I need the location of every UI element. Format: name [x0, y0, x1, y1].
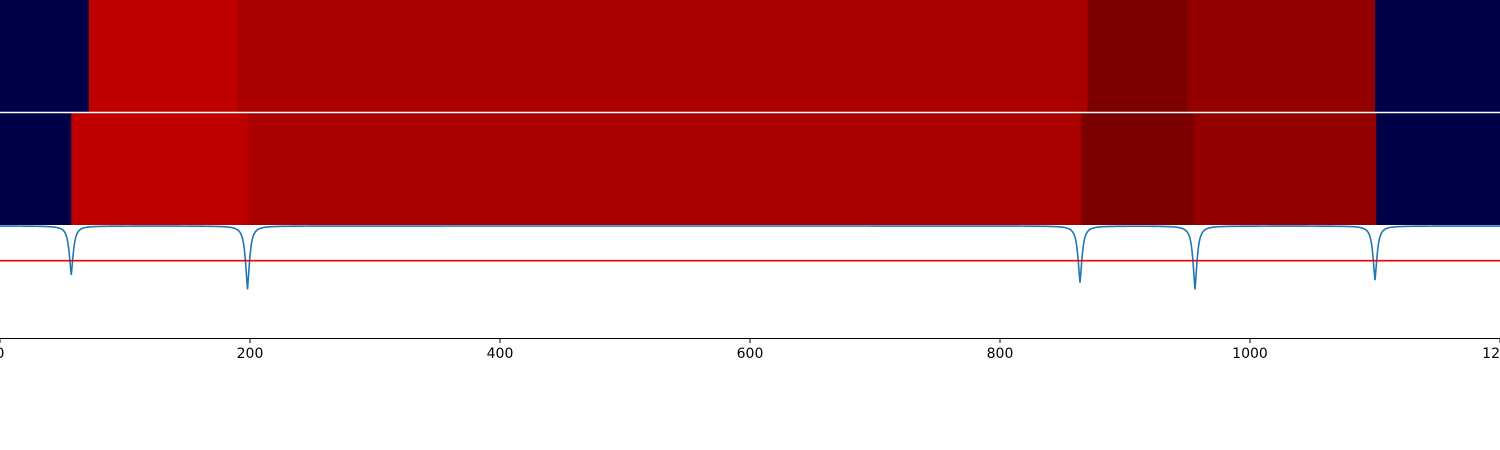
x-tick-label-400: 400 — [487, 346, 514, 362]
chart: 0 200 400 600 800 1000 1200 — [0, 0, 1500, 362]
heatmap-row-2-segment-6 — [1376, 113, 1500, 225]
x-tick-label-1200: 1200 — [1482, 346, 1500, 362]
heatmap-row-2-segment-1 — [0, 113, 72, 225]
x-tick-label-200: 200 — [237, 346, 264, 362]
heatmap-row-2-segment-3 — [247, 113, 1082, 225]
heatmap-row-1-segment-5 — [1187, 0, 1376, 112]
signal-panel — [0, 225, 1500, 338]
x-tick-label-1000: 1000 — [1232, 346, 1268, 362]
heatmap-row-1-segment-2 — [88, 0, 238, 112]
signal-panel-background — [0, 226, 1500, 338]
x-tick-label-0: 0 — [0, 346, 4, 362]
x-tick-label-800: 800 — [987, 346, 1014, 362]
heatmap-row-2-segment-5 — [1193, 113, 1377, 225]
heatmap-row-1-segment-1 — [0, 0, 90, 112]
heatmap-row-2-segment-4 — [1081, 113, 1195, 225]
heatmap-row-1-segment-3 — [237, 0, 1088, 112]
x-tick-label-600: 600 — [737, 346, 764, 362]
heatmap-row-1-segment-4 — [1087, 0, 1188, 112]
x-axis-ticks: 0 200 400 600 800 1000 1200 — [0, 338, 1500, 362]
heatmap-row-1-segment-6 — [1375, 0, 1500, 112]
heatmap-row-2-segment-2 — [71, 113, 248, 225]
